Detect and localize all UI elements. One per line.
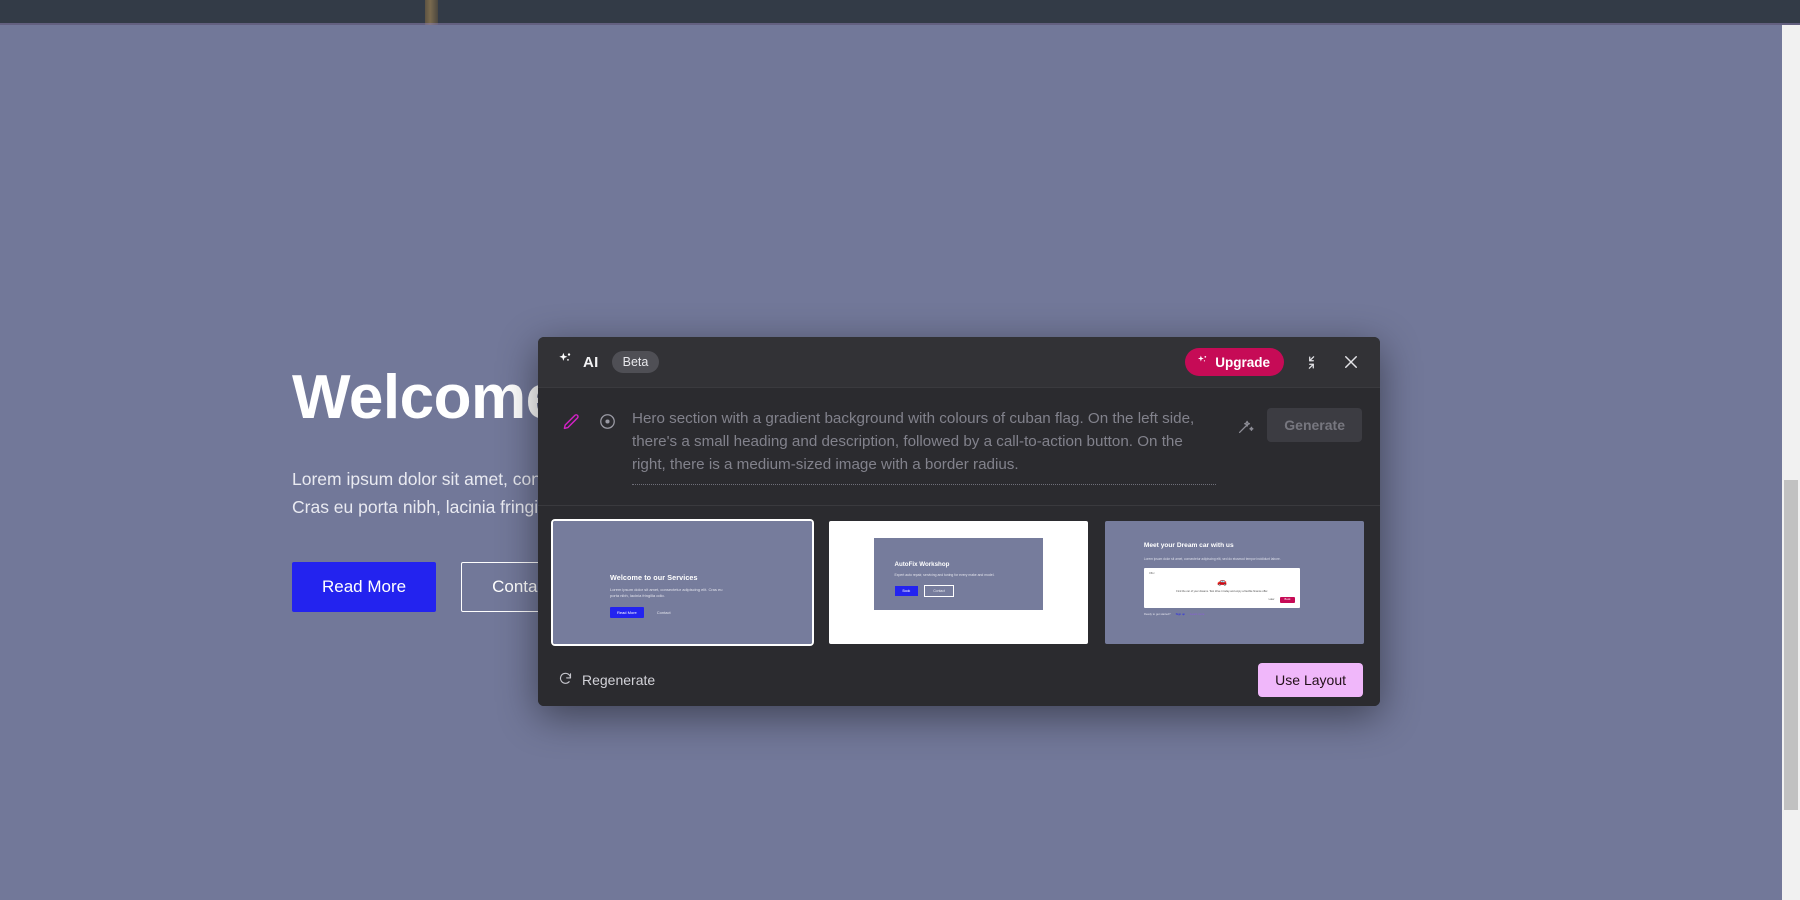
layout-2-description: Expert auto repair, servicing and tuning… (894, 573, 995, 578)
layout-2-title: AutoFix Workshop (894, 561, 950, 569)
beta-badge: Beta (611, 351, 660, 373)
modal-footer: Regenerate Use Layout (538, 654, 1380, 706)
refresh-icon (558, 671, 573, 689)
modal-header: AI Beta Upgrade (538, 337, 1380, 388)
upgrade-sparkle-icon (1196, 354, 1209, 370)
layout-3-card-buttons: Later Book (1149, 596, 1296, 603)
browser-chrome-accent (425, 0, 438, 25)
layout-option-3-preview: Meet your Dream car with us Lorem ipsum … (1105, 521, 1364, 644)
regenerate-label: Regenerate (582, 672, 656, 688)
layout-1-secondary-button: Contact (656, 609, 671, 615)
read-more-button[interactable]: Read More (292, 561, 437, 612)
layout-3-title: Meet your Dream car with us (1143, 542, 1234, 550)
upgrade-button[interactable]: Upgrade (1185, 348, 1284, 376)
layout-3-footer: Ready to get started? Sign up Learn more (1144, 612, 1330, 616)
layout-2-primary-button: Book (894, 586, 919, 597)
layout-3-card-primary-button: Book (1279, 596, 1296, 603)
layout-2-secondary-button: Contact (924, 585, 954, 598)
prompt-actions: Generate (1233, 408, 1362, 442)
layout-3-card-text: Find the car of your dreams. Test drive … (1176, 589, 1269, 593)
modal-brand-label: AI (583, 353, 599, 371)
layout-1-title: Welcome to our Services (609, 572, 698, 582)
modal-brand: AI Beta (557, 351, 660, 373)
prompt-input[interactable]: Hero section with a gradient background … (632, 407, 1220, 484)
modal-header-actions: Upgrade (1185, 348, 1364, 376)
target-icon[interactable] (595, 409, 619, 433)
layout-3-card-label: Offer (1148, 571, 1155, 575)
prompt-body: Hero section with a gradient background … (632, 407, 1220, 486)
vertical-scrollbar-thumb[interactable] (1784, 480, 1798, 810)
upgrade-button-label: Upgrade (1215, 354, 1270, 370)
layout-option-2[interactable]: AutoFix Workshop Expert auto repair, ser… (827, 519, 1090, 646)
regenerate-button[interactable]: Regenerate (558, 671, 655, 689)
layout-3-card: Offer 🚗 Find the car of your dreams. Tes… (1143, 567, 1301, 608)
use-layout-button[interactable]: Use Layout (1258, 663, 1363, 697)
layout-1-primary-button: Read More (609, 606, 644, 618)
layout-option-3[interactable]: Meet your Dream car with us Lorem ipsum … (1103, 519, 1366, 646)
close-icon[interactable] (1338, 349, 1364, 375)
layout-option-1[interactable]: Welcome to our Services Lorem ipsum dolo… (551, 519, 814, 646)
layout-1-buttons: Read More Contact (609, 606, 771, 618)
layout-3-footer-link-1: Sign up (1175, 611, 1186, 616)
layout-3-card-secondary-button: Later (1268, 598, 1275, 602)
browser-chrome-strip (0, 0, 1800, 25)
prompt-underline (632, 484, 1217, 486)
prompt-section: Hero section with a gradient background … (538, 388, 1380, 507)
sparkle-icon (557, 351, 574, 373)
ai-assistant-modal: AI Beta Upgrade Hero section with a grad… (538, 337, 1380, 706)
layout-option-2-preview: AutoFix Workshop Expert auto repair, ser… (829, 521, 1088, 644)
pencil-icon[interactable] (558, 409, 582, 433)
layout-3-description: Lorem ipsum dolor sit amet, consectetur … (1143, 557, 1281, 562)
layout-2-buttons: Book Contact (894, 585, 1030, 598)
layout-options-list: Welcome to our Services Lorem ipsum dolo… (538, 506, 1380, 654)
collapse-icon[interactable] (1298, 349, 1324, 375)
app-root: Welcome to Lorem ipsum dolor sit amet, c… (0, 0, 1800, 900)
magic-wand-icon[interactable] (1233, 414, 1257, 438)
layout-option-1-preview: Welcome to our Services Lorem ipsum dolo… (553, 521, 812, 644)
generate-button[interactable]: Generate (1267, 408, 1362, 442)
vertical-scrollbar-track[interactable] (1782, 25, 1800, 900)
layout-1-description: Lorem ipsum dolor sit amet, consectetur … (609, 586, 723, 598)
layout-3-footer-link-2: Learn more (1190, 611, 1205, 616)
car-illustration-icon: 🚗 (1217, 576, 1228, 586)
layout-3-footer-text: Ready to get started? (1143, 611, 1171, 616)
